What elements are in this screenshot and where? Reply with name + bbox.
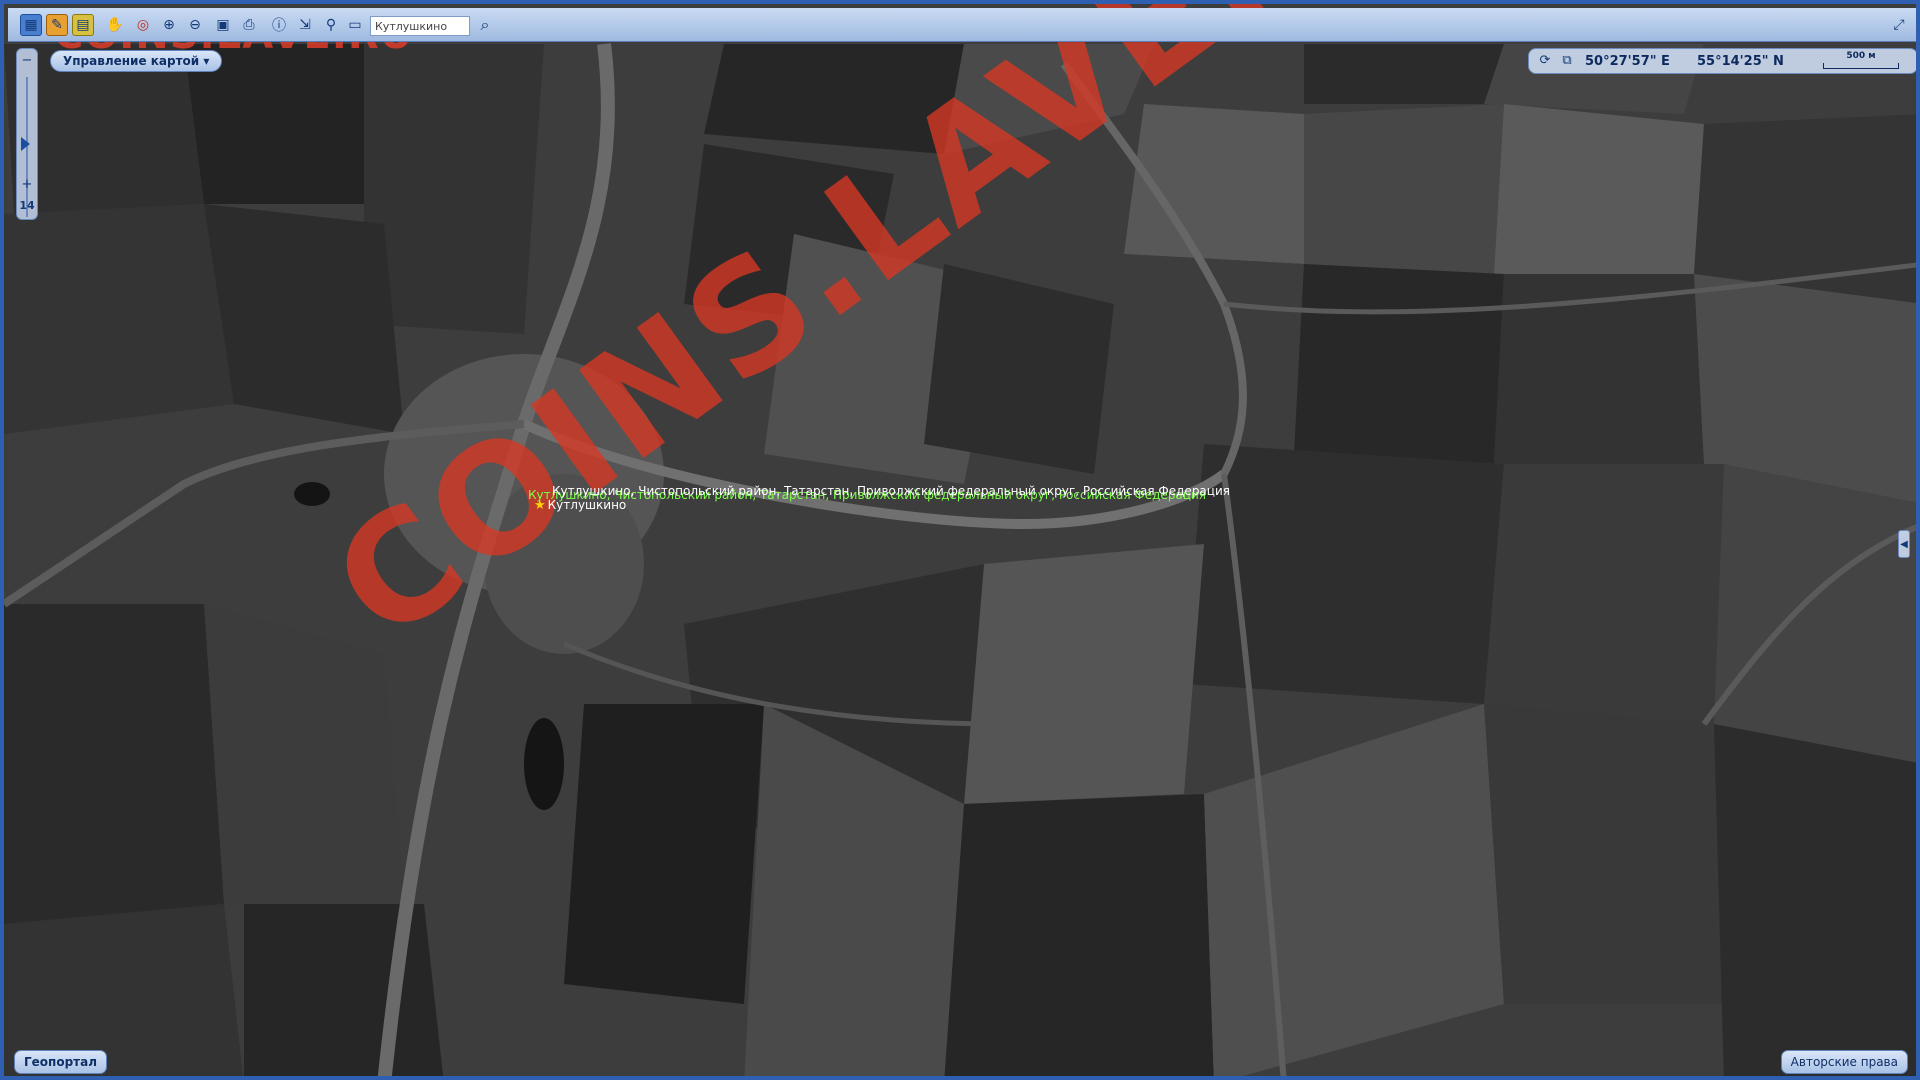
place-marker-label: Кутлушкино — [547, 498, 627, 512]
copyright-button[interactable]: Авторские права — [1780, 1050, 1908, 1074]
zoom-level: 14 — [19, 199, 35, 212]
copy-icon[interactable]: ⧉ — [1559, 53, 1575, 69]
magnifier-icon[interactable]: ⌕ — [474, 14, 496, 36]
fullscreen-icon[interactable]: ⤢ — [1888, 14, 1910, 36]
longitude-readout: 50°27'57" E — [1585, 54, 1670, 69]
place-marker[interactable]: ★ Кутлушкино — [534, 498, 626, 513]
chevron-left-icon: ◀ — [1900, 538, 1908, 550]
side-panel-toggle[interactable]: ◀ — [1898, 530, 1910, 558]
window-icon[interactable]: ▭ — [344, 14, 366, 36]
print-icon[interactable]: ⎙ — [238, 14, 260, 36]
scale-bar: 500 м — [1819, 51, 1903, 71]
info-icon[interactable]: ⓘ — [268, 14, 290, 36]
geoportal-button[interactable]: Геопортал — [14, 1050, 107, 1074]
zoom-in-icon[interactable]: ⊕ — [158, 14, 180, 36]
scale-label: 500 м — [1846, 51, 1876, 61]
target-icon[interactable]: ◎ — [132, 14, 154, 36]
measure-icon[interactable]: ⇲ — [294, 14, 316, 36]
pin-icon[interactable]: ⚲ — [320, 14, 342, 36]
edit-icon[interactable]: ✎ — [46, 14, 68, 36]
zoom-in-button[interactable]: + — [17, 177, 37, 192]
star-icon: ★ — [534, 498, 546, 513]
place-label-white: Кутлушкино, Чистопольский район, Татарст… — [552, 484, 1230, 498]
scale-ruler — [1823, 63, 1899, 69]
pan-icon[interactable]: ✋ — [104, 14, 126, 36]
manage-map-button[interactable]: Управление картой ▾ — [50, 50, 223, 72]
zoom-out-button[interactable]: − — [17, 53, 37, 68]
zoom-control: − + 14 — [16, 48, 38, 220]
refresh-icon[interactable]: ⟳ — [1537, 53, 1553, 69]
zoom-slider-handle[interactable] — [21, 137, 30, 151]
map-layer-icon[interactable]: ▦ — [20, 14, 42, 36]
latitude-readout: 55°14'25" N — [1697, 54, 1784, 69]
toolbar: ▦ ✎ ▤ ✋ ◎ ⊕ ⊖ ▣ ⎙ ⓘ ⇲ ⚲ ▭ ⌕ ⤢ — [8, 8, 1916, 42]
zoom-out-icon[interactable]: ⊖ — [184, 14, 206, 36]
overview-icon[interactable]: ▣ — [212, 14, 234, 36]
coordinates-panel: ⟳ ⧉ 50°27'57" E 55°14'25" N 500 м — [1528, 48, 1916, 74]
map-window: COINS.LAVE.RU COINS.LAVE.RU Кутлушкино, … — [0, 0, 1920, 1080]
layers-icon[interactable]: ▤ — [72, 14, 94, 36]
search-input[interactable] — [370, 16, 470, 36]
